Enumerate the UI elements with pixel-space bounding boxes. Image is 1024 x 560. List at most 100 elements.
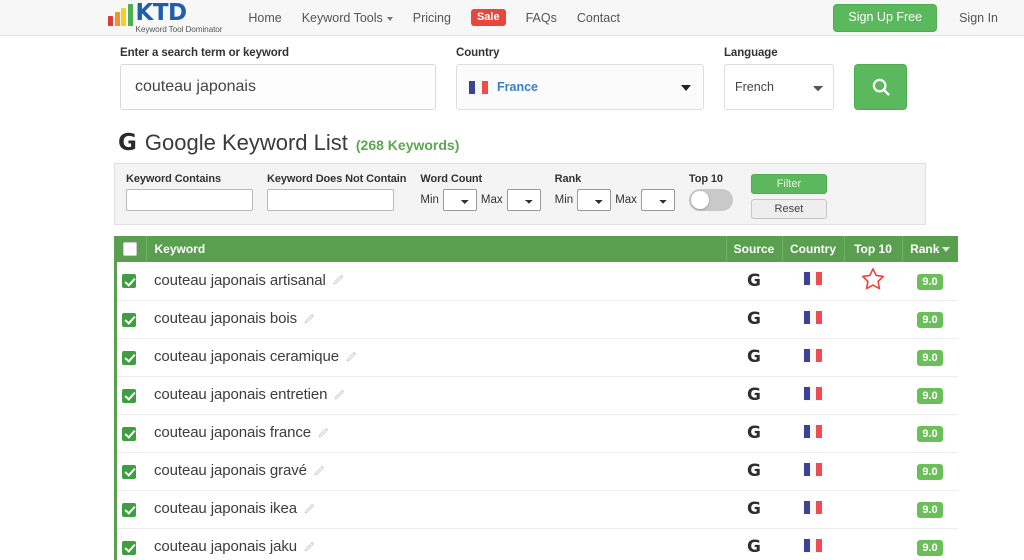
rank-min-select[interactable] — [577, 189, 612, 211]
top10-cell — [844, 452, 902, 491]
edit-pencil-icon[interactable] — [303, 540, 316, 556]
edit-pencil-icon[interactable] — [333, 388, 346, 404]
france-flag-icon — [803, 538, 823, 552]
row-select-cell — [114, 528, 146, 560]
table-left-rail — [114, 241, 117, 560]
site-logo[interactable]: KTD Keyword Tool Dominator — [108, 1, 222, 35]
google-source-icon: G — [747, 537, 761, 557]
edit-pencil-icon[interactable] — [303, 312, 316, 328]
column-header-country[interactable]: Country — [782, 236, 845, 262]
column-header-top10[interactable]: Top 10 — [844, 236, 903, 262]
rank-cell: 9.0 — [902, 452, 958, 491]
word-count-min-select[interactable] — [442, 189, 477, 211]
edit-pencil-icon[interactable] — [317, 426, 330, 442]
table-header: Keyword Source Country Top 10 Rank — [114, 236, 958, 262]
edit-pencil-icon[interactable] — [313, 464, 326, 480]
nav-item-keyword-tools[interactable]: Keyword Tools — [302, 11, 393, 25]
keyword-input-label: Enter a search term or keyword — [120, 47, 289, 59]
top10-star-icon[interactable] — [860, 266, 886, 292]
search-input[interactable] — [120, 64, 436, 110]
nav-item-pricing[interactable]: Pricing — [413, 11, 451, 25]
google-g-icon: G — [118, 130, 137, 156]
keyword-not-contains-group: Keyword Does Not Contain — [267, 173, 406, 211]
row-select-cell — [114, 338, 146, 377]
table-row: couteau japonais france G 9.0 — [114, 414, 958, 453]
nav-item-sale-badge[interactable]: Sale — [470, 8, 506, 27]
rank-max-label: Max — [615, 194, 637, 206]
search-button[interactable] — [854, 64, 907, 110]
row-select-cell — [114, 414, 146, 453]
source-cell: G — [726, 414, 782, 453]
filter-button[interactable]: Filter — [750, 174, 827, 194]
source-cell: G — [726, 338, 782, 377]
france-flag-icon — [803, 386, 823, 400]
keyword-not-contains-label: Keyword Does Not Contain — [267, 173, 407, 185]
column-header-rank[interactable]: Rank — [902, 236, 958, 262]
keyword-text: couteau japonais ceramique — [154, 348, 340, 366]
edit-pencil-icon[interactable] — [303, 502, 316, 518]
row-checkbox[interactable] — [122, 540, 136, 555]
row-checkbox[interactable] — [122, 350, 136, 365]
sign-up-free-button[interactable]: Sign Up Free — [833, 4, 938, 32]
source-cell: G — [726, 376, 782, 415]
language-label: Language — [724, 47, 778, 59]
nav-item-keyword-tools-label: Keyword Tools — [301, 10, 383, 25]
country-label: Country — [456, 47, 500, 59]
top10-toggle[interactable] — [688, 189, 733, 211]
edit-pencil-icon[interactable] — [332, 273, 345, 289]
results-heading: G Google Keyword List (268 Keywords) — [118, 132, 1024, 155]
keyword-not-contains-input[interactable] — [267, 189, 394, 211]
row-checkbox[interactable] — [122, 502, 136, 517]
rank-filter-group: Rank Min Max — [555, 173, 675, 211]
rank-badge: 9.0 — [917, 463, 943, 481]
table-header-row: Keyword Source Country Top 10 Rank — [114, 236, 958, 262]
word-count-max-label: Max — [480, 194, 503, 206]
filter-actions: Filter Reset — [750, 174, 827, 219]
filter-panel: Keyword Contains Keyword Does Not Contai… — [114, 163, 926, 225]
france-flag-icon — [803, 272, 823, 286]
rank-filter-label: Rank — [554, 173, 582, 185]
chevron-down-icon — [386, 16, 393, 21]
keyword-contains-input[interactable] — [126, 189, 253, 211]
country-cell — [782, 490, 844, 529]
country-selected-value: France — [497, 80, 538, 94]
france-flag-icon — [803, 424, 823, 438]
keyword-text: couteau japonais ikea — [154, 500, 298, 518]
language-field-group: Language French — [724, 47, 834, 110]
nav-right-actions: Sign Up Free Sign In — [833, 0, 998, 36]
row-checkbox[interactable] — [122, 312, 136, 327]
country-cell — [782, 528, 844, 560]
country-cell — [782, 300, 844, 339]
column-header-keyword[interactable]: Keyword — [146, 236, 727, 262]
row-select-cell — [114, 376, 146, 415]
column-header-source[interactable]: Source — [726, 236, 783, 262]
rank-max-select[interactable] — [640, 189, 675, 211]
top10-cell — [844, 490, 902, 529]
table-row: couteau japonais ikea G 9.0 — [114, 490, 958, 529]
nav-item-faqs[interactable]: FAQs — [526, 11, 557, 25]
country-cell — [782, 338, 844, 377]
word-count-max-select[interactable] — [506, 189, 541, 211]
google-source-icon: G — [747, 499, 761, 519]
google-source-icon: G — [747, 347, 761, 367]
row-checkbox[interactable] — [122, 274, 136, 289]
france-flag-icon — [469, 80, 488, 94]
row-checkbox[interactable] — [122, 388, 136, 403]
country-dropdown[interactable]: France — [456, 64, 704, 110]
rank-badge: 9.0 — [917, 349, 943, 367]
top10-cell — [844, 262, 902, 301]
france-flag-icon — [803, 462, 823, 476]
edit-pencil-icon[interactable] — [345, 350, 358, 366]
word-count-group: Word Count Min Max — [420, 173, 541, 211]
row-checkbox[interactable] — [122, 426, 136, 441]
reset-button[interactable]: Reset — [750, 199, 827, 219]
country-cell — [782, 452, 844, 491]
keyword-contains-label: Keyword Contains — [126, 173, 221, 185]
sign-in-link[interactable]: Sign In — [959, 11, 998, 25]
nav-item-home[interactable]: Home — [248, 11, 281, 25]
nav-item-contact[interactable]: Contact — [577, 11, 620, 25]
row-checkbox[interactable] — [122, 464, 136, 479]
language-select[interactable]: French — [724, 64, 834, 110]
table-row: couteau japonais jaku G 9.0 — [114, 528, 958, 560]
select-all-checkbox[interactable] — [123, 242, 137, 257]
